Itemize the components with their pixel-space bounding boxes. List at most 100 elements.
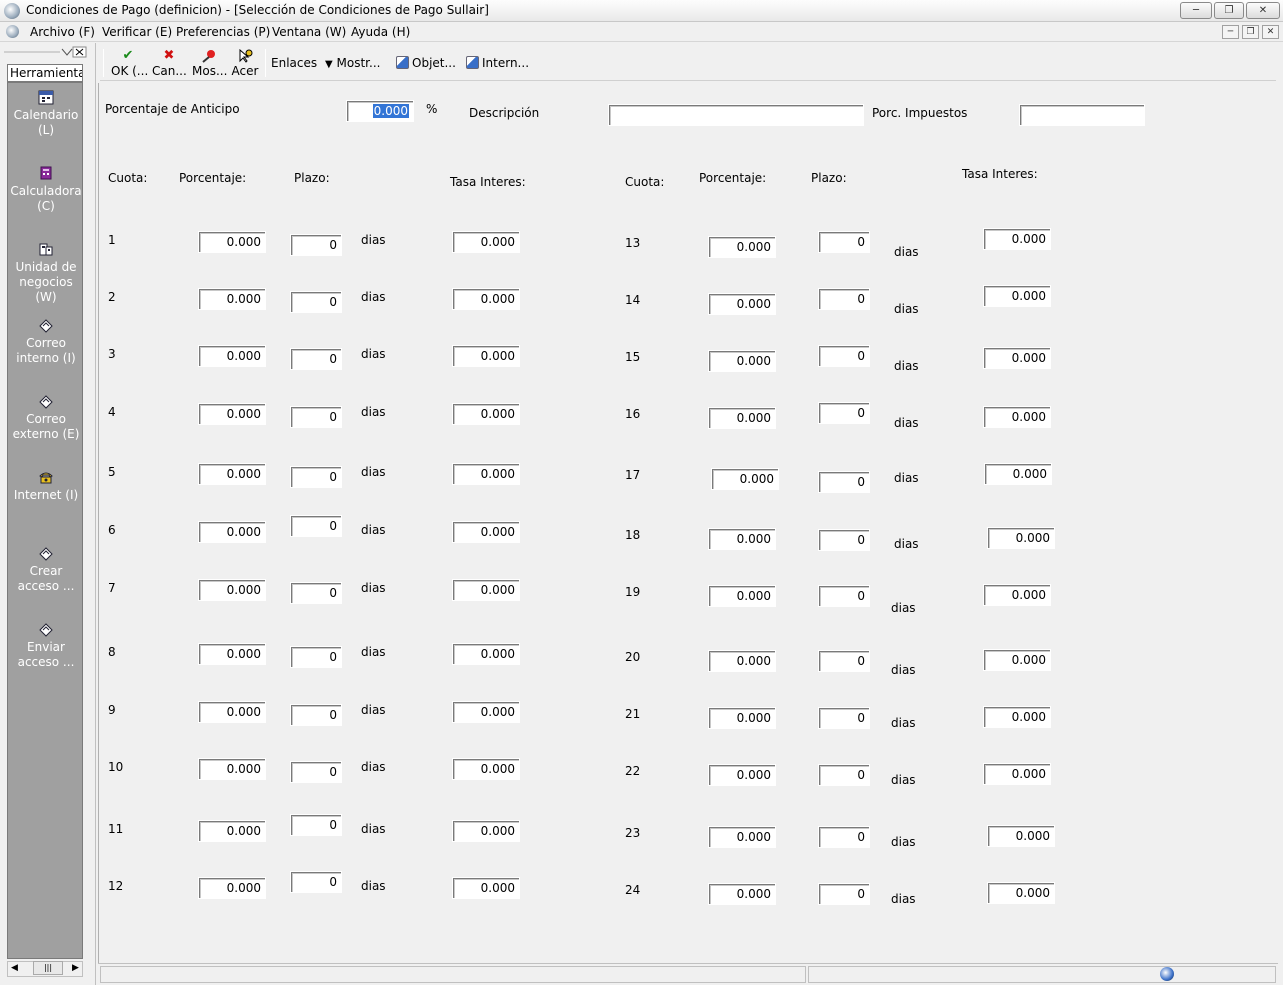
tasa-input[interactable]: 0.000 <box>452 403 520 425</box>
tasa-input[interactable]: 0.000 <box>987 527 1055 549</box>
maximize-button[interactable]: ❐ <box>1214 2 1244 19</box>
plazo-input[interactable]: 0 <box>290 234 342 256</box>
sidebar-item-calculadora[interactable]: Calculadora (C) <box>8 165 84 214</box>
menu-preferencias[interactable]: Preferencias (P) <box>176 25 270 39</box>
plazo-input[interactable]: 0 <box>818 402 870 424</box>
porcentaje-input[interactable]: 0.000 <box>708 293 776 315</box>
tasa-input[interactable]: 0.000 <box>983 763 1051 785</box>
menu-ventana[interactable]: Ventana (W) <box>272 25 346 39</box>
sidebar-tab-herramienta[interactable]: Herramienta <box>7 64 83 82</box>
porcentaje-input[interactable]: 0.000 <box>198 643 266 665</box>
tasa-input[interactable]: 0.000 <box>452 758 520 780</box>
porcentaje-input[interactable]: 0.000 <box>708 826 776 848</box>
sidebar-item-crear-acceso[interactable]: Crear acceso ... <box>8 545 84 594</box>
tasa-input[interactable]: 0.000 <box>984 463 1052 485</box>
impuestos-input[interactable] <box>1019 104 1145 126</box>
plazo-input[interactable]: 0 <box>290 291 342 313</box>
plazo-input[interactable]: 0 <box>818 764 870 786</box>
plazo-input[interactable]: 0 <box>290 466 342 488</box>
porcentaje-input[interactable]: 0.000 <box>708 764 776 786</box>
tasa-input[interactable]: 0.000 <box>452 345 520 367</box>
mostrar-dropdown[interactable]: ▼ Mostr... <box>325 56 380 70</box>
tasa-input[interactable]: 0.000 <box>452 521 520 543</box>
plazo-input[interactable]: 0 <box>818 826 870 848</box>
plazo-input[interactable]: 0 <box>818 231 870 253</box>
tasa-input[interactable]: 0.000 <box>983 347 1051 369</box>
porcentaje-input[interactable]: 0.000 <box>708 585 776 607</box>
ok-button[interactable]: ✔ OK (... <box>111 47 148 79</box>
scroll-thumb[interactable]: ||| <box>33 961 63 975</box>
tasa-input[interactable]: 0.000 <box>452 288 520 310</box>
porcentaje-input[interactable]: 0.000 <box>198 820 266 842</box>
tasa-input[interactable]: 0.000 <box>452 579 520 601</box>
objetos-link[interactable]: Objet... <box>396 56 456 70</box>
porcentaje-input[interactable]: 0.000 <box>708 350 776 372</box>
porcentaje-input[interactable]: 0.000 <box>708 528 776 550</box>
sidebar-item-correo-interno[interactable]: Correo interno (I) <box>8 317 84 366</box>
child-close-button[interactable]: ✕ <box>1262 25 1279 39</box>
porcentaje-input[interactable]: 0.000 <box>708 883 776 905</box>
tasa-input[interactable]: 0.000 <box>987 825 1055 847</box>
porcentaje-input[interactable]: 0.000 <box>198 288 266 310</box>
plazo-input[interactable]: 0 <box>290 871 342 893</box>
tasa-input[interactable]: 0.000 <box>452 820 520 842</box>
tasa-input[interactable]: 0.000 <box>983 228 1051 250</box>
about-button[interactable]: Acer <box>230 47 260 78</box>
sidebar-pin-icon[interactable] <box>4 46 88 58</box>
plazo-input[interactable]: 0 <box>818 471 870 493</box>
porcentaje-input[interactable]: 0.000 <box>708 650 776 672</box>
tasa-input[interactable]: 0.000 <box>983 406 1051 428</box>
document-icon[interactable] <box>6 25 19 38</box>
menu-verificar[interactable]: Verificar (E) <box>102 25 172 39</box>
tasa-input[interactable]: 0.000 <box>983 706 1051 728</box>
sidebar-item-calendario[interactable]: Calendario (L) <box>8 89 84 138</box>
child-minimize-button[interactable]: ─ <box>1222 25 1239 39</box>
sidebar-item-correo-externo[interactable]: Correo externo (E) <box>8 393 84 442</box>
porcentaje-input[interactable]: 0.000 <box>198 463 266 485</box>
anticipo-input[interactable]: 0.000 <box>346 100 414 122</box>
porcentaje-input[interactable]: 0.000 <box>198 877 266 899</box>
porcentaje-input[interactable]: 0.000 <box>198 345 266 367</box>
porcentaje-input[interactable]: 0.000 <box>198 758 266 780</box>
porcentaje-input[interactable]: 0.000 <box>198 403 266 425</box>
porcentaje-input[interactable]: 0.000 <box>198 579 266 601</box>
plazo-input[interactable]: 0 <box>818 529 870 551</box>
porcentaje-input[interactable]: 0.000 <box>198 701 266 723</box>
sidebar-scrollbar[interactable]: ◀ ||| ▶ <box>7 961 83 977</box>
menu-archivo[interactable]: Archivo (F) <box>30 25 95 39</box>
close-button[interactable]: ✕ <box>1246 2 1280 19</box>
tasa-input[interactable]: 0.000 <box>983 584 1051 606</box>
internet-link[interactable]: Intern... <box>466 56 529 70</box>
plazo-input[interactable]: 0 <box>290 646 342 668</box>
plazo-input[interactable]: 0 <box>818 345 870 367</box>
show-button[interactable]: Mos... <box>192 47 227 78</box>
tasa-input[interactable]: 0.000 <box>987 882 1055 904</box>
menu-ayuda[interactable]: Ayuda (H) <box>351 25 410 39</box>
tasa-input[interactable]: 0.000 <box>452 463 520 485</box>
porcentaje-input[interactable]: 0.000 <box>711 468 779 490</box>
porcentaje-input[interactable]: 0.000 <box>708 236 776 258</box>
sidebar-item-internet[interactable]: Internet (I) <box>8 469 84 503</box>
plazo-input[interactable]: 0 <box>290 515 342 537</box>
tasa-input[interactable]: 0.000 <box>452 877 520 899</box>
tasa-input[interactable]: 0.000 <box>452 643 520 665</box>
plazo-input[interactable]: 0 <box>290 704 342 726</box>
plazo-input[interactable]: 0 <box>290 814 342 836</box>
tasa-input[interactable]: 0.000 <box>452 701 520 723</box>
scroll-left-arrow-icon[interactable]: ◀ <box>11 963 18 973</box>
plazo-input[interactable]: 0 <box>818 585 870 607</box>
plazo-input[interactable]: 0 <box>290 582 342 604</box>
porcentaje-input[interactable]: 0.000 <box>708 407 776 429</box>
porcentaje-input[interactable]: 0.000 <box>198 521 266 543</box>
descripcion-input[interactable] <box>608 104 864 126</box>
minimize-button[interactable]: ─ <box>1180 2 1212 19</box>
sidebar-item-enviar-acceso[interactable]: Enviar acceso ... <box>8 621 84 670</box>
plazo-input[interactable]: 0 <box>818 650 870 672</box>
cancel-button[interactable]: ✖ Can... <box>152 47 187 79</box>
tasa-input[interactable]: 0.000 <box>983 285 1051 307</box>
plazo-input[interactable]: 0 <box>818 883 870 905</box>
tasa-input[interactable]: 0.000 <box>983 649 1051 671</box>
plazo-input[interactable]: 0 <box>290 406 342 428</box>
porcentaje-input[interactable]: 0.000 <box>198 231 266 253</box>
plazo-input[interactable]: 0 <box>818 707 870 729</box>
